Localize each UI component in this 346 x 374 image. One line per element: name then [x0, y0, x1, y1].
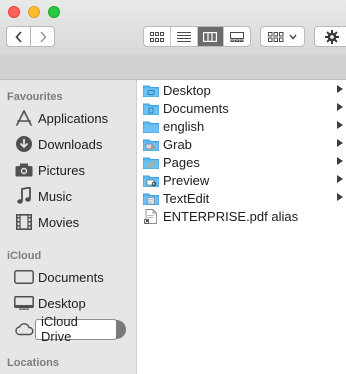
sidebar-heading-icloud: iCloud — [7, 250, 42, 262]
disclosure-arrow-icon — [337, 121, 343, 129]
gallery-icon — [230, 31, 245, 42]
zoom-window-button[interactable] — [48, 6, 60, 18]
close-window-button[interactable] — [8, 6, 20, 18]
sidebar-item-pictures[interactable]: Pictures — [14, 159, 85, 181]
selection-highlight — [116, 319, 126, 339]
columns-icon — [203, 31, 218, 42]
file-name: Desktop — [163, 82, 211, 98]
file-name: Pages — [163, 154, 200, 170]
music-note-icon — [14, 186, 34, 206]
sidebar-item-music[interactable]: Music — [14, 185, 72, 207]
pdf-alias-icon — [143, 208, 159, 224]
file-row-textedit[interactable]: TextEdit — [143, 189, 343, 207]
sidebar-item-label: Documents — [38, 269, 104, 285]
disclosure-arrow-icon — [337, 139, 343, 147]
file-name: ENTERPRISE.pdf alias — [163, 208, 299, 224]
gallery-view-button[interactable] — [224, 27, 250, 46]
camera-icon — [14, 160, 34, 180]
sidebar-item-label: Downloads — [38, 136, 103, 152]
sidebar-item-label: Pictures — [38, 162, 85, 178]
applications-icon — [14, 108, 34, 128]
icon-view-button[interactable] — [144, 27, 171, 46]
sidebar: Favourites Applications Downloads Pictur… — [0, 80, 137, 374]
chevron-right-icon — [39, 30, 47, 43]
file-name: Grab — [163, 136, 192, 152]
sidebar-heading-locations: Locations — [7, 357, 59, 369]
sidebar-item-icloud-documents[interactable]: Documents — [14, 266, 104, 288]
file-row-english[interactable]: english — [143, 117, 343, 135]
document-icon — [14, 267, 34, 287]
sidebar-heading-favourites: Favourites — [7, 91, 63, 103]
sidebar-item-icloud-desktop[interactable]: Desktop — [14, 292, 86, 314]
list-lines-icon — [176, 31, 191, 42]
disclosure-arrow-icon — [337, 193, 343, 201]
file-name: Documents — [163, 100, 229, 116]
disclosure-arrow-icon — [337, 175, 343, 183]
folder-icon — [143, 119, 159, 133]
file-row-grab[interactable]: Grab — [143, 135, 343, 153]
file-row-pages[interactable]: Pages — [143, 153, 343, 171]
film-icon — [14, 212, 34, 232]
preview-app-folder-icon — [143, 173, 159, 187]
textedit-app-folder-icon — [143, 191, 159, 205]
disclosure-arrow-icon — [337, 85, 343, 93]
desktop-icon — [14, 293, 34, 313]
group-by-button[interactable] — [260, 26, 305, 47]
file-row-preview[interactable]: Preview — [143, 171, 343, 189]
sidebar-item-label: Desktop — [38, 295, 86, 311]
sidebar-item-movies[interactable]: Movies — [14, 211, 79, 233]
file-row-documents[interactable]: Documents — [143, 99, 343, 117]
file-column: Desktop Documents english Grab Pages Pre… — [137, 80, 346, 374]
list-view-button[interactable] — [171, 27, 198, 46]
file-name: english — [163, 118, 205, 134]
sidebar-item-icloud-drive[interactable]: iCloud Drive — [14, 314, 126, 344]
chevron-left-icon — [14, 30, 22, 43]
disclosure-arrow-icon — [337, 157, 343, 165]
sidebar-item-label-editing[interactable]: iCloud Drive — [35, 314, 118, 344]
file-name: Preview — [163, 172, 210, 188]
cloud-icon — [14, 319, 34, 339]
window-toolbar — [0, 0, 346, 55]
action-menu-button[interactable] — [314, 26, 346, 47]
folder-icon — [143, 101, 159, 115]
sidebar-item-label: Applications — [38, 110, 109, 126]
forward-button[interactable] — [30, 26, 55, 47]
disclosure-arrow-icon — [337, 103, 343, 111]
sidebar-item-label: Movies — [38, 214, 80, 230]
view-mode-segmented-control — [143, 26, 251, 47]
grab-app-folder-icon — [143, 137, 159, 151]
downloads-icon — [14, 134, 34, 154]
sidebar-item-downloads[interactable]: Downloads — [14, 133, 102, 155]
gear-icon — [325, 29, 339, 44]
group-grid-icon — [267, 31, 284, 42]
file-name: TextEdit — [163, 190, 210, 206]
path-bar — [0, 55, 346, 80]
icon-grid-icon — [149, 31, 164, 42]
file-row-desktop[interactable]: Desktop — [143, 81, 343, 99]
minimize-window-button[interactable] — [28, 6, 40, 18]
back-button[interactable] — [6, 26, 31, 47]
file-row-enterprise-alias[interactable]: ENTERPRISE.pdf alias — [143, 207, 343, 225]
folder-icon — [143, 83, 159, 97]
chevron-down-icon — [289, 34, 297, 40]
column-view-button[interactable] — [197, 27, 225, 46]
pages-app-folder-icon — [143, 155, 159, 169]
sidebar-item-label: Music — [38, 188, 72, 204]
sidebar-item-applications[interactable]: Applications — [14, 107, 108, 129]
